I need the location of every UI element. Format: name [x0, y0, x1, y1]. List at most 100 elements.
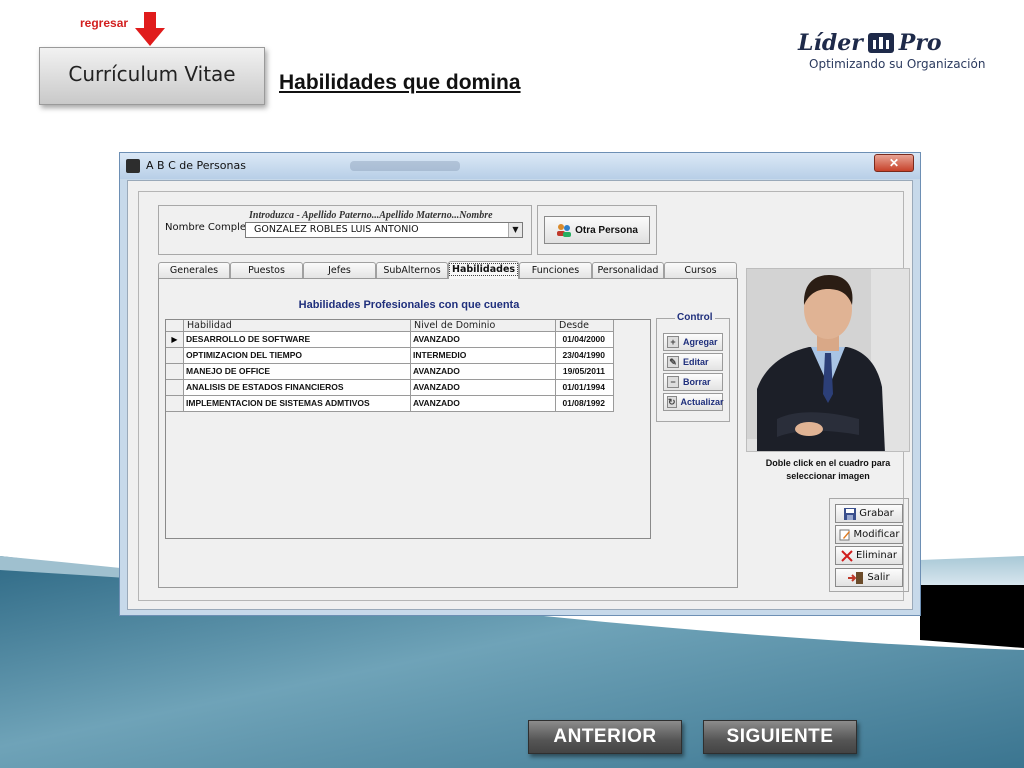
row-selector[interactable]: [166, 364, 184, 380]
other-person-label: Otra Persona: [575, 224, 638, 236]
titlebar-tab-ghost: [350, 161, 460, 171]
table-row[interactable]: ANALISIS DE ESTADOS FINANCIEROS AVANZADO…: [166, 380, 620, 396]
person-photo[interactable]: [746, 268, 910, 452]
save-label: Grabar: [859, 508, 894, 519]
tab-funciones[interactable]: Funciones: [519, 262, 592, 278]
remove-button[interactable]: Eliminar: [835, 546, 903, 565]
save-button[interactable]: Grabar: [835, 504, 903, 523]
person-portrait-image: [747, 269, 909, 451]
minus-icon: −: [667, 376, 679, 388]
modify-button[interactable]: Modificar: [835, 525, 903, 544]
logo-word-lider: Líder: [798, 30, 863, 56]
abc-personas-window: A B C de Personas ✕ Introduzca - Apellid…: [119, 152, 921, 616]
name-hint: Introduzca - Apellido Paterno...Apellido…: [249, 210, 493, 221]
exit-label: Salir: [867, 572, 890, 583]
column-header-nivel[interactable]: Nivel de Dominio: [411, 320, 556, 332]
cell-level[interactable]: AVANZADO: [411, 364, 556, 380]
grid-header: Habilidad Nivel de Dominio Desde: [166, 320, 620, 332]
control-legend: Control: [675, 312, 715, 323]
habilidades-panel: Habilidades Profesionales con que cuenta…: [158, 278, 738, 588]
table-row[interactable]: ▶ DESARROLLO DE SOFTWARE AVANZADO 01/04/…: [166, 332, 620, 348]
red-x-icon: [841, 549, 853, 562]
cell-skill[interactable]: DESARROLLO DE SOFTWARE: [184, 332, 411, 348]
cell-skill[interactable]: ANALISIS DE ESTADOS FINANCIEROS: [184, 380, 411, 396]
delete-button[interactable]: − Borrar: [663, 373, 723, 391]
chevron-down-icon[interactable]: ▼: [508, 223, 522, 237]
cell-skill[interactable]: MANEJO DE OFFICE: [184, 364, 411, 380]
other-person-button[interactable]: Otra Persona: [544, 216, 650, 244]
cell-level[interactable]: AVANZADO: [411, 332, 556, 348]
logo-badge-icon: [867, 33, 894, 53]
exit-button[interactable]: Salir: [835, 568, 903, 587]
table-row[interactable]: MANEJO DE OFFICE AVANZADO 19/05/2011: [166, 364, 620, 380]
app-icon: [126, 159, 140, 173]
cell-since[interactable]: 01/08/1992: [556, 396, 614, 412]
column-header-desde[interactable]: Desde: [556, 320, 614, 332]
page-title: Habilidades que domina: [279, 71, 521, 94]
cell-level[interactable]: AVANZADO: [411, 380, 556, 396]
other-person-group: Otra Persona: [537, 205, 657, 255]
edit-button[interactable]: ✎ Editar: [663, 353, 723, 371]
tab-jefes[interactable]: Jefes: [303, 262, 376, 278]
name-select-value: GONZALEZ ROBLES LUIS ANTONIO: [254, 224, 419, 235]
cell-since[interactable]: 23/04/1990: [556, 348, 614, 364]
form-frame: Introduzca - Apellido Paterno...Apellido…: [138, 191, 910, 601]
cell-level[interactable]: INTERMEDIO: [411, 348, 556, 364]
back-link[interactable]: regresar: [80, 16, 128, 30]
lider-pro-logo: Líder Pro Optimizando su Organización: [798, 30, 988, 76]
pencil-icon: ✎: [667, 356, 679, 368]
tab-strip: Generales Puestos Jefes SubAlternos Habi…: [158, 261, 744, 279]
window-client-area: Introduzca - Apellido Paterno...Apellido…: [127, 180, 913, 610]
edit-label: Editar: [683, 357, 709, 367]
people-icon: [557, 224, 572, 237]
window-titlebar[interactable]: A B C de Personas ✕: [120, 153, 920, 179]
logo-tagline: Optimizando su Organización: [809, 57, 986, 71]
down-arrow-icon[interactable]: [134, 12, 166, 48]
add-label: Agregar: [683, 337, 718, 347]
window-title: A B C de Personas: [146, 159, 246, 172]
tab-subalternos[interactable]: SubAlternos: [376, 262, 448, 278]
delete-label: Borrar: [683, 377, 711, 387]
table-row[interactable]: OPTIMIZACION DEL TIEMPO INTERMEDIO 23/04…: [166, 348, 620, 364]
skills-grid[interactable]: Habilidad Nivel de Dominio Desde ▶ DESAR…: [165, 319, 651, 539]
refresh-icon: ↻: [667, 396, 677, 408]
refresh-label: Actualizar: [680, 397, 724, 407]
exit-door-icon: [848, 571, 864, 584]
tab-puestos[interactable]: Puestos: [230, 262, 303, 278]
close-icon[interactable]: ✕: [874, 154, 914, 172]
row-selector[interactable]: [166, 348, 184, 364]
name-group: Introduzca - Apellido Paterno...Apellido…: [158, 205, 532, 255]
control-group: Control + Agregar ✎ Editar − Borrar ↻ Ac…: [656, 312, 730, 422]
previous-button[interactable]: ANTERIOR: [528, 720, 682, 754]
edit-document-icon: [839, 529, 850, 540]
cell-since[interactable]: 19/05/2011: [556, 364, 614, 380]
table-row[interactable]: IMPLEMENTACION DE SISTEMAS ADMTIVOS AVAN…: [166, 396, 620, 412]
tab-personalidad[interactable]: Personalidad: [592, 262, 664, 278]
add-button[interactable]: + Agregar: [663, 333, 723, 351]
curriculum-vitae-button[interactable]: Currículum Vitae: [39, 47, 265, 105]
row-pointer-icon: ▶: [166, 332, 184, 348]
next-button[interactable]: SIGUIENTE: [703, 720, 857, 754]
cell-skill[interactable]: IMPLEMENTACION DE SISTEMAS ADMTIVOS: [184, 396, 411, 412]
record-actions-group: Grabar Modificar Eliminar Salir: [829, 498, 909, 592]
cell-level[interactable]: AVANZADO: [411, 396, 556, 412]
floppy-disk-icon: [844, 507, 857, 520]
tab-cursos[interactable]: Cursos: [664, 262, 737, 278]
cell-skill[interactable]: OPTIMIZACION DEL TIEMPO: [184, 348, 411, 364]
tab-generales[interactable]: Generales: [158, 262, 230, 278]
photo-caption: Doble click en el cuadro para selecciona…: [765, 458, 891, 481]
cell-since[interactable]: 01/01/1994: [556, 380, 614, 396]
tab-habilidades[interactable]: Habilidades: [448, 261, 519, 279]
remove-label: Eliminar: [856, 550, 897, 561]
row-selector[interactable]: [166, 396, 184, 412]
tab-habilidades-label: Habilidades: [449, 263, 519, 276]
refresh-button[interactable]: ↻ Actualizar: [663, 393, 724, 411]
name-select[interactable]: GONZALEZ ROBLES LUIS ANTONIO ▼: [245, 222, 523, 238]
column-header-habilidad[interactable]: Habilidad: [184, 320, 411, 332]
modify-label: Modificar: [853, 529, 900, 540]
cell-since[interactable]: 01/04/2000: [556, 332, 614, 348]
logo-word-pro: Pro: [898, 30, 942, 56]
grid-corner: [166, 320, 184, 332]
panel-heading: Habilidades Profesionales con que cuenta: [298, 299, 520, 311]
row-selector[interactable]: [166, 380, 184, 396]
